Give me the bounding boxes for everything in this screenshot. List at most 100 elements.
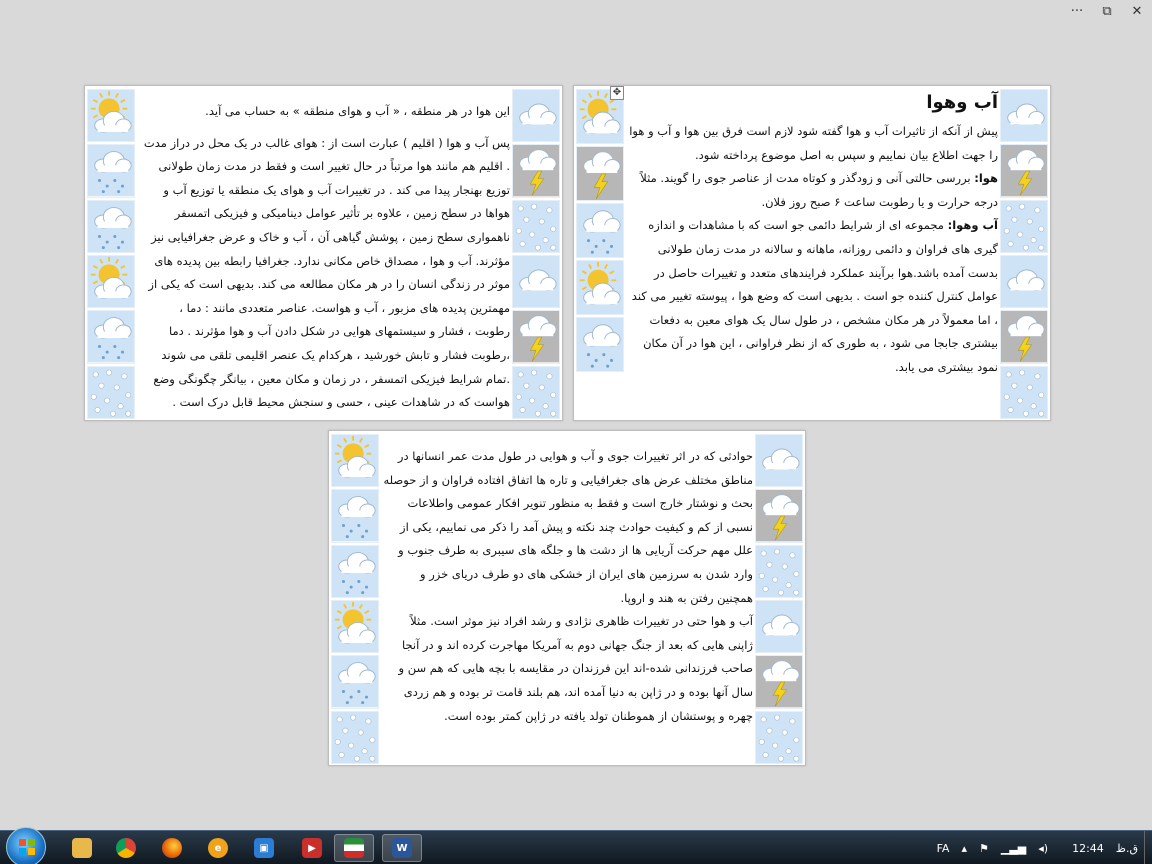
chrome-taskbar-button[interactable]	[106, 834, 146, 862]
word-taskbar-button[interactable]: W	[382, 834, 422, 862]
sun-cloud-icon	[331, 434, 379, 488]
rain-cloud-icon-graphic	[577, 204, 623, 257]
cloud-icon	[512, 254, 560, 309]
sun-cloud-icon-graphic	[88, 90, 134, 142]
cloud-icon-graphic	[1001, 255, 1047, 308]
rain-cloud-icon-graphic	[88, 145, 134, 197]
cloud-icon-graphic	[756, 600, 802, 653]
page2-body[interactable]: این هوا در هر منطقه ، « آب و هوای منطقه …	[141, 100, 510, 415]
close-button[interactable]: ✕	[1122, 0, 1152, 22]
show-hidden-icons-button[interactable]: ▴	[961, 842, 967, 855]
edge-taskbar-button[interactable]: e	[198, 834, 238, 862]
rain-cloud-icon-graphic	[332, 490, 378, 542]
document-title: آب وهوا	[926, 92, 998, 113]
snow-icon	[331, 710, 379, 764]
system-tray: FA ▴ ⚑ ▁▃▅ ◂) 12:44 ق.ظ	[931, 831, 1152, 864]
icon-column-right	[755, 433, 803, 765]
firefox-icon	[162, 838, 182, 858]
rain-cloud-icon	[576, 203, 624, 258]
thunder-cloud-icon	[512, 144, 560, 198]
document-page-1: ✥ آب وهوا پیش از آنکه از تاثیرات آب و هو…	[573, 85, 1051, 421]
paragraph: این هوا در هر منطقه ، « آب و هوای منطقه …	[205, 104, 510, 118]
windows-logo-icon	[19, 839, 35, 855]
icon-column-right	[1000, 88, 1048, 420]
thunder-cloud-icon	[1000, 310, 1048, 364]
rain-cloud-icon-graphic	[577, 318, 623, 371]
start-button[interactable]	[6, 827, 46, 864]
thunder-cloud-icon-graphic	[756, 490, 802, 542]
cloud-icon	[755, 434, 803, 488]
cloud-icon-graphic	[513, 255, 559, 308]
sun-cloud-icon-graphic	[577, 261, 623, 314]
snow-icon	[512, 365, 560, 419]
snow-icon-graphic	[88, 366, 134, 418]
language-indicator[interactable]: FA	[937, 842, 950, 855]
rain-cloud-icon	[87, 310, 135, 364]
page1-body[interactable]: آب وهوا پیش از آنکه از تاثیرات آب و هوا …	[628, 86, 998, 380]
chrome-icon	[116, 838, 136, 858]
thunder-cloud-icon-graphic	[1001, 145, 1047, 197]
app-window-icon: ▣	[254, 838, 274, 858]
action-center-flag-icon[interactable]: ⚑	[979, 842, 989, 855]
restore-button[interactable]: ⧉	[1092, 0, 1122, 22]
snow-icon	[87, 365, 135, 419]
volume-icon[interactable]: ◂)	[1038, 842, 1048, 855]
show-desktop-button[interactable]	[1144, 831, 1152, 864]
file-explorer-taskbar-button[interactable]	[62, 834, 102, 862]
thunder-cloud-icon	[755, 489, 803, 543]
sun-cloud-icon	[87, 254, 135, 309]
more-options-button[interactable]: ···	[1062, 0, 1092, 22]
snow-icon	[755, 710, 803, 764]
rain-cloud-icon-graphic	[88, 311, 134, 363]
snow-icon-graphic	[1001, 366, 1047, 418]
clock-ampm: ق.ظ	[1115, 841, 1138, 855]
app-blue-taskbar-button[interactable]: ▣	[244, 834, 284, 862]
snow-icon-graphic	[332, 711, 378, 763]
paragraph: پیش از آنکه از تاثیرات آب و هوا گفته شود…	[629, 124, 998, 162]
snow-icon-graphic	[756, 545, 802, 597]
document-page-2: این هوا در هر منطقه ، « آب و هوای منطقه …	[84, 85, 563, 421]
cloud-icon-graphic	[756, 435, 802, 487]
snow-icon	[755, 544, 803, 598]
cloud-icon	[512, 89, 560, 143]
paragraph: پس آب و هوا ( اقلیم ) عبارت است از : هوا…	[143, 135, 510, 410]
rain-cloud-icon-graphic	[332, 656, 378, 708]
rain-cloud-icon-graphic	[332, 545, 378, 597]
sun-cloud-icon	[331, 599, 379, 654]
rain-cloud-icon	[331, 544, 379, 598]
page3-body[interactable]: حوادثی که در اثر تغییرات جوی و آب و هوای…	[383, 445, 753, 728]
sun-cloud-icon	[87, 89, 135, 143]
sun-cloud-icon-graphic	[332, 600, 378, 653]
icon-column-left	[87, 88, 135, 420]
paragraph: آب و هوا حتی در تغییرات ظاهری نژادی و رش…	[398, 614, 753, 723]
thunder-cloud-icon	[512, 310, 560, 364]
cloud-icon	[1000, 89, 1048, 143]
snow-icon-graphic	[513, 200, 559, 252]
network-signal-icon[interactable]: ▁▃▅	[1001, 842, 1026, 855]
snow-icon-graphic	[513, 366, 559, 418]
table-move-handle[interactable]: ✥	[610, 86, 624, 100]
rain-cloud-icon-graphic	[88, 200, 134, 252]
paragraph: حوادثی که در اثر تغییرات جوی و آب و هوای…	[383, 449, 753, 605]
snow-icon-graphic	[1001, 200, 1047, 252]
rain-cloud-icon	[87, 144, 135, 198]
word-icon: W	[392, 838, 412, 858]
app-red-taskbar-button[interactable]: ▶	[292, 834, 332, 862]
icon-column-right	[512, 88, 560, 420]
cloud-icon-graphic	[1001, 90, 1047, 142]
thunder-cloud-icon-graphic	[513, 311, 559, 363]
cloud-icon-graphic	[513, 90, 559, 142]
icon-column-left	[331, 433, 379, 765]
firefox-taskbar-button[interactable]	[152, 834, 192, 862]
thunder-cloud-icon-graphic	[756, 656, 802, 708]
paragraph: آب وهوا: مجموعه ای از شرایط دائمی جو است…	[631, 218, 998, 374]
taskbar: e ▣ ▶ W FA ▴ ⚑ ▁▃▅ ◂) 12:44 ق.ظ	[0, 827, 1152, 864]
clock-time[interactable]: 12:44	[1072, 842, 1104, 855]
app-red-icon: ▶	[302, 838, 322, 858]
window-controls: ··· ⧉ ✕	[1062, 0, 1152, 22]
app-flag-taskbar-button[interactable]	[334, 834, 374, 862]
browser-e-icon: e	[208, 838, 228, 858]
flag-app-icon	[344, 838, 364, 858]
cloud-icon	[1000, 254, 1048, 309]
thunder-cloud-icon-graphic	[577, 147, 623, 200]
